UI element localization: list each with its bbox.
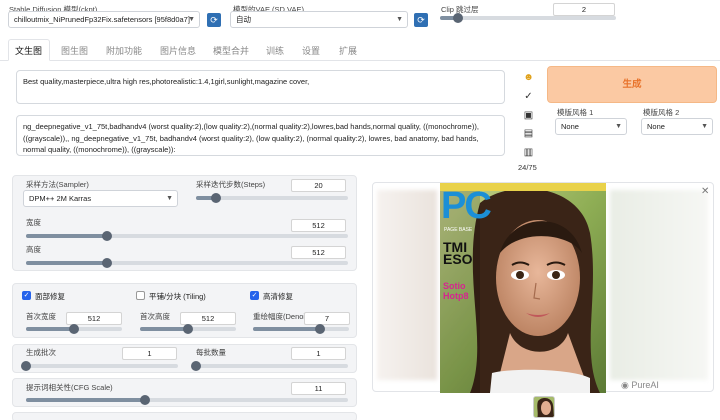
batch-size-slider[interactable] — [191, 361, 348, 371]
hires-label: 高清修复 — [263, 292, 293, 301]
tab-txt2img[interactable]: 文生图 — [15, 44, 42, 57]
denoise-input[interactable]: 7 — [304, 312, 350, 325]
wechat-icon: ◉ — [621, 380, 629, 390]
height-input[interactable]: 512 — [291, 246, 346, 259]
slider-handle[interactable] — [69, 324, 79, 334]
more-card — [12, 412, 357, 420]
tab-divider — [0, 60, 720, 61]
generated-image[interactable]: PC PAGE BASE TMI ESO Sotio Hotp8 — [440, 183, 606, 393]
tab-png-info[interactable]: 图片信息 — [160, 44, 196, 57]
magazine-logo: PC — [441, 185, 492, 227]
close-icon[interactable]: ✕ — [701, 186, 709, 197]
style2-label: 模版风格 2 — [643, 108, 680, 117]
face-fix-label: 面部修复 — [35, 292, 65, 301]
width-input[interactable]: 512 — [291, 219, 346, 232]
clipboard-icon[interactable]: ▤ — [521, 126, 536, 141]
width-label: 宽度 — [26, 218, 41, 227]
gallery-blur-left — [377, 190, 437, 380]
hires-checkbox[interactable]: ✓ — [250, 291, 259, 300]
vae-value: 自动 — [236, 15, 251, 24]
sampler-value: DPM++ 2M Karras — [29, 194, 92, 203]
slider-handle[interactable] — [21, 361, 31, 371]
slider-fill — [140, 327, 188, 331]
trash-icon[interactable]: ▥ — [521, 145, 536, 160]
tab-img2img[interactable]: 图生图 — [61, 44, 88, 57]
chevron-down-icon: ▼ — [396, 16, 403, 23]
cover-line-2: ESO — [443, 251, 473, 267]
clip-slider[interactable] — [440, 13, 616, 23]
slider-fill — [26, 327, 74, 331]
slider-fill — [26, 398, 146, 402]
magazine-sub: PAGE BASE — [444, 227, 473, 233]
steps-slider[interactable] — [196, 193, 348, 203]
batch-count-slider[interactable] — [21, 361, 178, 371]
first-height-slider[interactable] — [140, 324, 236, 334]
style1-value: None — [561, 122, 579, 131]
height-slider[interactable] — [26, 258, 348, 268]
generate-button[interactable]: 生成 — [547, 66, 717, 103]
tiling-checkbox[interactable] — [136, 291, 145, 300]
refresh-vae-icon[interactable]: ⟳ — [414, 13, 428, 27]
width-slider[interactable] — [26, 231, 348, 241]
tab-train[interactable]: 训练 — [266, 44, 284, 57]
slider-handle[interactable] — [210, 193, 221, 203]
tab-merge[interactable]: 模型合并 — [213, 44, 249, 57]
model-value: chilloutmix_NiPrunedFp32Fix.safetensors … — [14, 15, 190, 24]
slider-handle[interactable] — [101, 258, 112, 268]
token-counter: 24/75 — [518, 163, 537, 172]
slider-handle[interactable] — [191, 361, 201, 371]
clip-input[interactable]: 2 — [553, 3, 615, 16]
first-width-label: 首次宽度 — [26, 312, 56, 321]
slider-fill — [253, 327, 321, 331]
sampler-label: 采样方法(Sampler) — [26, 180, 89, 189]
refresh-model-icon[interactable]: ⟳ — [207, 13, 221, 27]
slider-fill — [26, 261, 107, 265]
cover-line-3: Sotio — [443, 281, 466, 291]
chevron-down-icon: ▼ — [188, 16, 195, 23]
denoise-slider[interactable] — [253, 324, 349, 334]
slider-handle[interactable] — [183, 324, 193, 334]
interrogate-icon[interactable]: ☻ — [521, 70, 536, 85]
batch-count-input[interactable]: 1 — [122, 347, 177, 360]
face-fix-checkbox[interactable]: ✓ — [22, 291, 31, 300]
tab-extras[interactable]: 附加功能 — [106, 44, 142, 57]
tab-settings[interactable]: 设置 — [302, 44, 320, 57]
steps-input[interactable]: 20 — [291, 179, 346, 192]
slider-fill — [26, 234, 107, 238]
clip-slider-handle[interactable] — [452, 13, 463, 23]
watermark-text: PureAI — [631, 380, 659, 390]
negative-prompt[interactable]: ng_deepnegative_v1_75t,badhandv4 (worst … — [16, 115, 505, 156]
thumbnail-art — [534, 397, 554, 417]
gallery-blur-right — [610, 190, 708, 380]
style2-select[interactable]: None ▼ — [641, 118, 713, 135]
chevron-down-icon: ▼ — [701, 123, 708, 130]
cfg-label: 提示词相关性(CFG Scale) — [26, 383, 113, 392]
model-select[interactable]: chilloutmix_NiPrunedFp32Fix.safetensors … — [8, 11, 200, 28]
steps-label: 采样迭代步数(Steps) — [196, 180, 266, 189]
sampler-select[interactable]: DPM++ 2M Karras ▼ — [23, 190, 178, 207]
batch-size-label: 每批数量 — [196, 348, 226, 357]
tab-extensions[interactable]: 扩展 — [339, 44, 357, 57]
height-label: 高度 — [26, 245, 41, 254]
cover-line-4: Hotp8 — [443, 291, 469, 301]
batch-count-label: 生成批次 — [26, 348, 56, 357]
positive-prompt[interactable]: Best quality,masterpiece,ultra high res,… — [16, 70, 505, 104]
watermark: ◉ PureAI — [621, 380, 659, 391]
save-icon[interactable]: ▣ — [521, 108, 536, 123]
chevron-down-icon: ▼ — [166, 195, 173, 202]
style1-label: 模版风格 1 — [557, 108, 594, 117]
thumbnail[interactable] — [533, 396, 555, 418]
chevron-down-icon: ▼ — [615, 123, 622, 130]
style2-value: None — [647, 122, 665, 131]
style1-select[interactable]: None ▼ — [555, 118, 627, 135]
batch-size-input[interactable]: 1 — [291, 347, 346, 360]
cfg-input[interactable]: 11 — [291, 382, 346, 395]
first-width-slider[interactable] — [26, 324, 122, 334]
cfg-slider[interactable] — [26, 395, 348, 405]
tiling-label: 平铺/分块 (Tiling) — [149, 292, 206, 301]
first-height-label: 首次高度 — [140, 312, 170, 321]
vae-select[interactable]: 自动 ▼ — [230, 11, 408, 28]
slider-handle[interactable] — [101, 231, 112, 241]
check-icon[interactable]: ✓ — [521, 89, 536, 104]
